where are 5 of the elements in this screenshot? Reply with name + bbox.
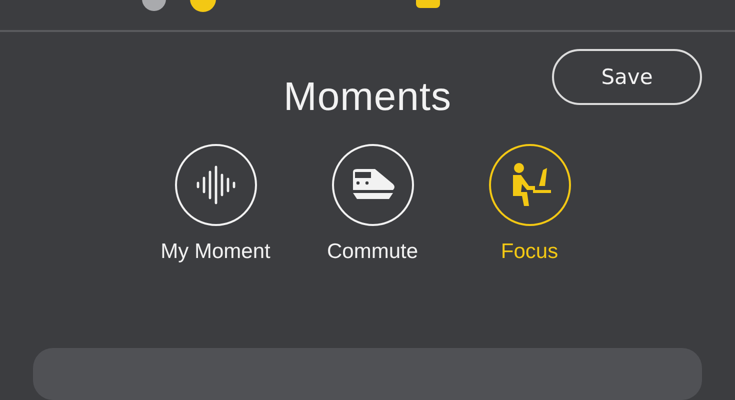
page-title: Moments	[284, 75, 452, 120]
moment-option[interactable]: Focus	[457, 144, 602, 264]
save-button[interactable]: Save	[552, 49, 702, 106]
moment-option[interactable]: My Moment	[143, 144, 288, 264]
moment-option[interactable]: Commute	[300, 144, 445, 264]
